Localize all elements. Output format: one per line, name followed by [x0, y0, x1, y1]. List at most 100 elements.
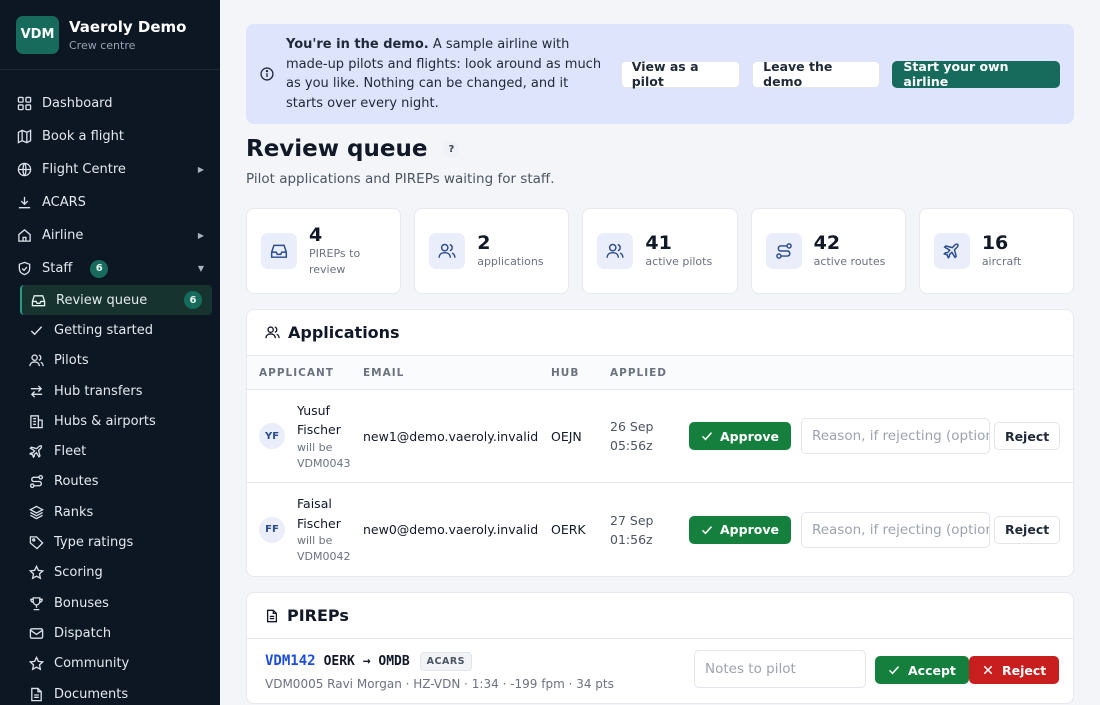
- nav-dashboard[interactable]: Dashboard: [0, 87, 220, 120]
- col-hub: HUB: [551, 366, 580, 379]
- nav-fleet[interactable]: Fleet: [20, 436, 220, 466]
- nav-type-ratings[interactable]: Type ratings: [20, 527, 220, 557]
- reject-reason-input[interactable]: Reason, if rejecting (optional): [800, 418, 990, 454]
- help-button[interactable]: ?: [443, 141, 460, 157]
- main-nav: Dashboard Book a flight Flight Centre ▶ …: [0, 70, 220, 705]
- check-icon: [888, 664, 900, 676]
- nav-label: Staff: [42, 261, 73, 276]
- plane-icon: [28, 444, 44, 460]
- home-icon: [16, 228, 32, 244]
- nav-label: ACARS: [42, 195, 86, 210]
- stat-card-applications[interactable]: 2 applications: [414, 208, 570, 294]
- main-content: You're in the demo. A sample airline wit…: [220, 0, 1100, 705]
- layers-icon: [28, 504, 44, 520]
- nav-flight-centre[interactable]: Flight Centre ▶: [0, 153, 220, 186]
- stat-card-active-pilots[interactable]: 41 active pilots: [582, 208, 738, 294]
- stat-card-pireps[interactable]: 4 PIREPs to review: [246, 208, 402, 294]
- brand[interactable]: VDM Vaeroly Demo Crew centre: [0, 0, 220, 70]
- tag-icon: [28, 535, 44, 551]
- nav-getting-started[interactable]: Getting started: [20, 315, 220, 345]
- stat-label: active routes: [813, 255, 886, 268]
- reject-button[interactable]: Reject: [993, 515, 1061, 544]
- page-title: Review queue: [246, 136, 428, 162]
- will-be-label: will be: [297, 440, 333, 454]
- nav-label: Hub transfers: [54, 383, 143, 399]
- users-icon: [265, 325, 280, 340]
- stat-card-active-routes[interactable]: 42 active routes: [750, 208, 906, 294]
- brand-logo: VDM: [16, 15, 59, 54]
- approve-button[interactable]: Approve: [689, 515, 791, 544]
- nav-bonuses[interactable]: Bonuses: [20, 588, 220, 618]
- grid-icon: [16, 96, 32, 112]
- applications-table-header: APPLICANT EMAIL HUB APPLIED: [247, 356, 1073, 390]
- nav-community[interactable]: Community: [20, 649, 220, 679]
- table-row: FF Faisal Fischer will be VDM0042 new0@d…: [247, 483, 1073, 576]
- nav-routes[interactable]: Routes: [20, 467, 220, 497]
- nav-dispatch[interactable]: Dispatch: [20, 618, 220, 648]
- check-icon: [28, 322, 44, 338]
- inbox-icon: [30, 292, 46, 308]
- col-email: EMAIL: [363, 366, 405, 379]
- reject-button[interactable]: Reject: [993, 422, 1061, 450]
- nav-acars[interactable]: ACARS: [0, 186, 220, 219]
- chevron-right-icon: ▶: [197, 231, 204, 240]
- stat-label: PIREPs to review: [309, 247, 361, 276]
- nav-ranks[interactable]: Ranks: [20, 497, 220, 527]
- pireps-header: PIREPs: [247, 593, 1073, 639]
- stat-label: active pilots: [645, 255, 713, 268]
- info-icon: [260, 67, 274, 81]
- nav-hubs-airports[interactable]: Hubs & airports: [20, 406, 220, 436]
- nav-label: Ranks: [54, 504, 94, 520]
- nav-label: Review queue: [56, 292, 148, 308]
- star-icon: [28, 565, 44, 581]
- stat-card-aircraft[interactable]: 16 aircraft: [918, 208, 1075, 294]
- accept-label: Accept: [908, 662, 956, 678]
- nav-documents[interactable]: Documents: [20, 679, 220, 705]
- start-own-airline-button[interactable]: Start your own airline: [892, 59, 1060, 89]
- applications-header: Applications: [247, 310, 1073, 356]
- users-icon: [429, 233, 466, 269]
- nav-airline[interactable]: Airline ▶: [0, 219, 220, 252]
- staff-count-badge: 6: [90, 259, 109, 278]
- nav-label: Bonuses: [54, 595, 109, 611]
- will-be-label: will be: [297, 534, 333, 547]
- brand-name: Vaeroly Demo: [69, 17, 187, 36]
- reject-reason-input[interactable]: Reason, if rejecting (optional): [800, 511, 990, 548]
- applied-time: 01:56z: [610, 531, 653, 547]
- leave-demo-button[interactable]: Leave the demo: [752, 59, 881, 89]
- applicant-hub: OERK: [551, 522, 586, 537]
- callsign: VDM0043: [297, 456, 351, 470]
- applicant-last-name: Fischer: [297, 422, 341, 437]
- nav-label: Dispatch: [54, 625, 112, 641]
- nav-label: Flight Centre: [42, 162, 126, 177]
- nav-label: Type ratings: [54, 535, 134, 551]
- stat-value: 41: [645, 232, 672, 254]
- table-row: YF Yusuf Fischer will be VDM0043 new1@de…: [247, 390, 1073, 483]
- nav-label: Hubs & airports: [54, 413, 156, 429]
- plane-icon: [933, 233, 970, 269]
- nav-review-queue[interactable]: Review queue 6: [20, 285, 212, 316]
- nav-label: Routes: [54, 474, 99, 490]
- approve-label: Approve: [720, 522, 779, 537]
- building-icon: [28, 413, 44, 429]
- nav-scoring[interactable]: Scoring: [20, 558, 220, 588]
- nav-staff[interactable]: Staff 6 ▼: [0, 252, 220, 285]
- review-count-badge: 6: [184, 291, 202, 310]
- notes-to-pilot-input[interactable]: Notes to pilot: [694, 650, 866, 688]
- nav-hub-transfers[interactable]: Hub transfers: [20, 376, 220, 406]
- accept-button[interactable]: Accept: [875, 656, 969, 684]
- approve-label: Approve: [720, 428, 779, 444]
- approve-button[interactable]: Approve: [689, 422, 791, 450]
- pirep-row: VDM142 OERK → OMDB ACARS VDM0005 Ravi Mo…: [247, 639, 1073, 703]
- nav-label: Fleet: [54, 444, 87, 460]
- nav-book-flight[interactable]: Book a flight: [0, 120, 220, 153]
- view-as-pilot-button[interactable]: View as a pilot: [620, 59, 741, 89]
- pirep-flight-link[interactable]: VDM142: [265, 653, 316, 669]
- nav-pilots[interactable]: Pilots: [20, 346, 220, 376]
- stat-label: applications: [477, 255, 544, 268]
- reject-pirep-button[interactable]: Reject: [969, 656, 1060, 684]
- stat-value: 2: [477, 232, 491, 254]
- check-icon: [701, 430, 713, 442]
- mail-icon: [28, 625, 44, 641]
- banner-bold: You're in the demo.: [286, 37, 429, 52]
